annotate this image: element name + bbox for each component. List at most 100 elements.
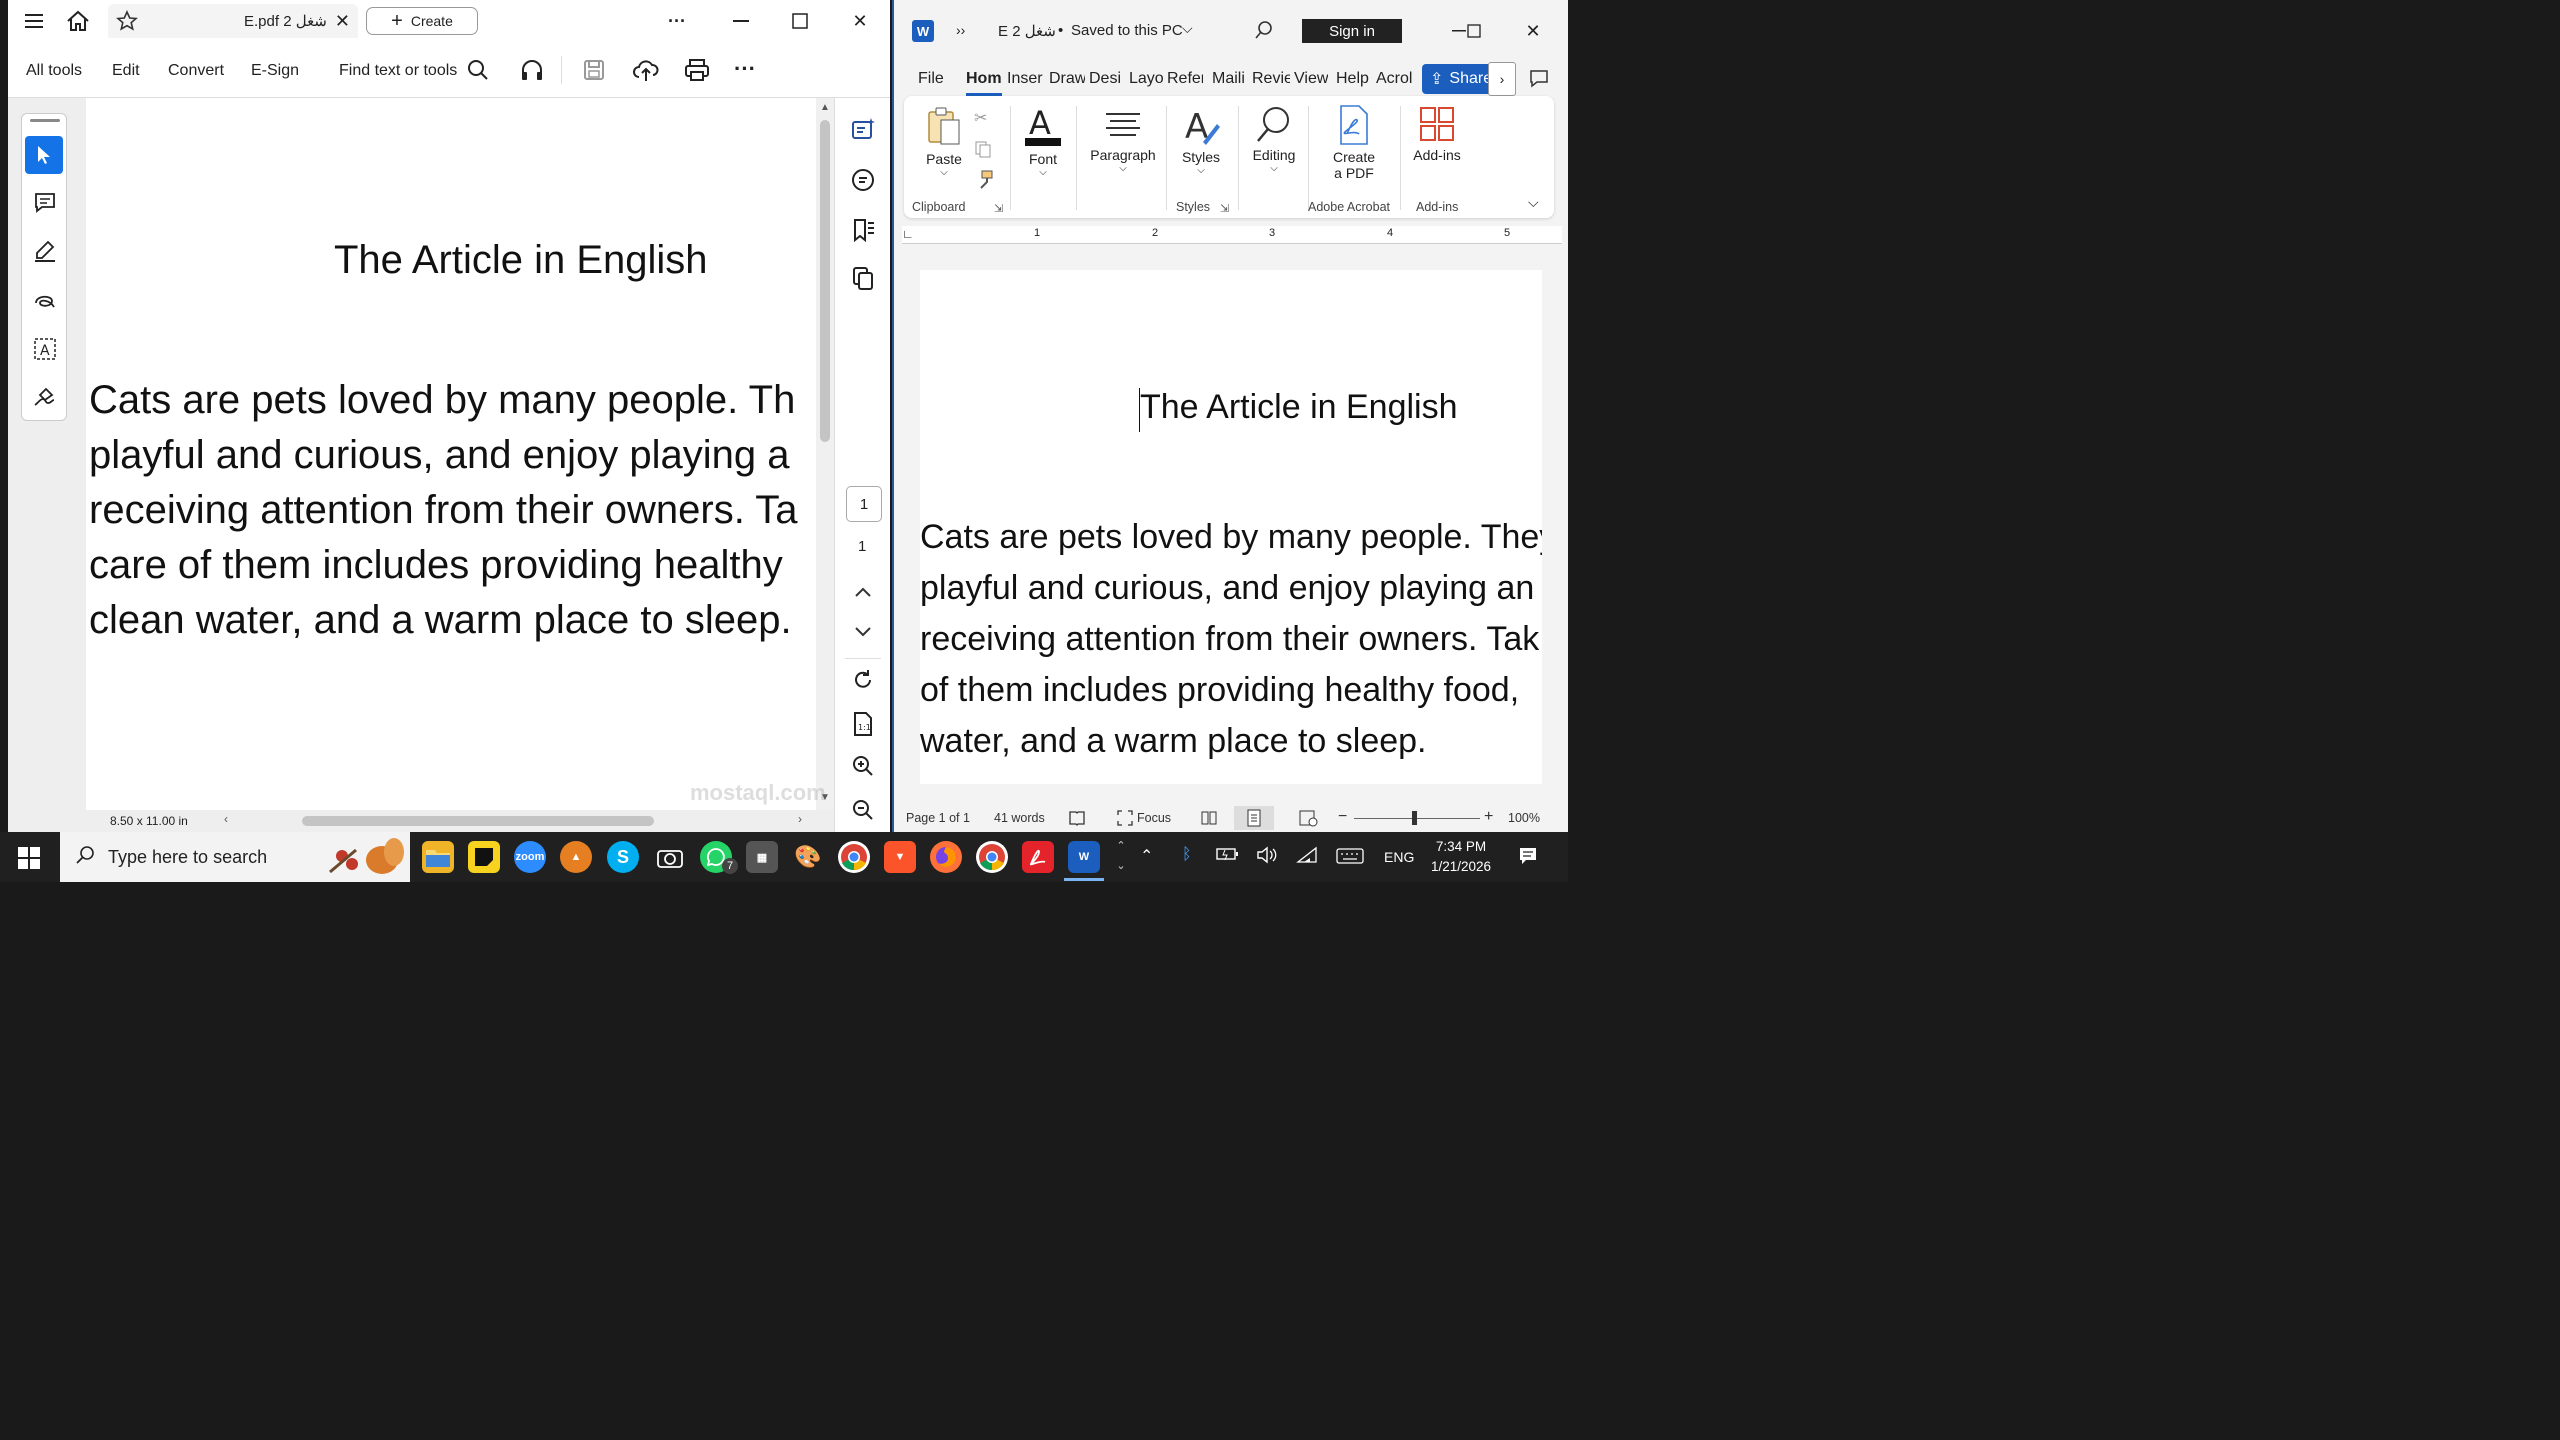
tab-design[interactable]: Desi [1089,70,1123,88]
tab-insert[interactable]: Inser [1007,70,1045,88]
paragraph-button[interactable]: Paragraph ⌵ [1084,104,1162,174]
quick-access-overflow-icon[interactable]: ›› [956,22,965,38]
chevron-down-icon[interactable]: ⌵ [1182,20,1193,37]
tab-stop-selector[interactable]: ∟ [902,227,914,241]
maximize-button[interactable] [783,8,817,34]
highlight-pen-icon[interactable] [29,234,61,268]
search-icon[interactable] [466,58,490,87]
hscroll-left-icon[interactable]: ‹ [224,812,228,826]
firefox-icon[interactable] [930,841,962,873]
menu-convert[interactable]: Convert [168,62,224,80]
focus-mode-icon[interactable] [1116,809,1134,830]
camera-icon[interactable] [654,841,686,873]
acrobat-taskbar-icon[interactable] [1022,841,1054,873]
word-count[interactable]: 41 words [994,811,1045,825]
tab-file[interactable]: File [918,70,944,88]
tab-view[interactable]: View [1294,70,1328,88]
language-indicator[interactable]: ENG [1384,849,1414,865]
previous-page-icon[interactable] [847,576,879,608]
create-pdf-button[interactable]: Create a PDF [1314,104,1394,181]
rail-handle[interactable] [30,119,60,122]
zoom-out-icon[interactable] [847,794,879,826]
ribbon-scroll-right-icon[interactable]: › [1488,62,1516,96]
calculator-icon[interactable]: ▦ [746,841,778,873]
home-icon[interactable] [64,8,92,34]
scroll-thumb[interactable] [820,120,830,442]
menu-edit[interactable]: Edit [112,62,140,80]
tab-draw[interactable]: Draw [1049,70,1085,88]
windows-start-icon[interactable] [18,847,40,874]
close-tab-icon[interactable]: ✕ [335,11,350,32]
create-button[interactable]: + Create [366,7,478,35]
share-button[interactable]: ⇪ Share [1422,64,1492,94]
tab-home[interactable]: Hom [966,70,1002,96]
chrome-icon[interactable] [838,841,870,873]
ai-assistant-icon[interactable] [847,114,879,146]
cloud-upload-icon[interactable] [632,57,660,88]
minimize-button[interactable] [724,8,758,34]
chrome-profile-icon[interactable] [976,841,1008,873]
collapse-ribbon-chevron-icon[interactable]: ⌵ [1528,194,1539,211]
bluetooth-icon[interactable]: ᛒ [1182,846,1192,864]
format-painter-icon[interactable] [974,170,994,195]
horizontal-ruler[interactable]: ∟ 1 2 3 4 5 [902,226,1562,244]
hscroll-thumb[interactable] [302,816,654,826]
fit-page-icon[interactable]: 1:1 [847,708,879,740]
taskbar-search[interactable]: Type here to search [60,832,410,882]
file-explorer-icon[interactable] [422,841,454,873]
print-icon[interactable] [684,58,710,87]
search-icon[interactable] [1254,20,1274,45]
next-page-icon[interactable] [847,616,879,648]
find-text-tools[interactable]: Find text or tools [339,62,457,80]
tab-acrobat[interactable]: Acrol [1376,70,1413,88]
save-icon[interactable] [582,58,606,87]
page-count[interactable]: Page 1 of 1 [906,811,970,825]
sticky-notes-icon[interactable] [468,841,500,873]
document-tab[interactable]: E.pdf شغل 2 ✕ [108,4,358,38]
star-icon[interactable] [116,10,138,36]
add-ins-button[interactable]: Add-ins [1406,104,1468,163]
save-status[interactable]: Saved to this PC [1071,22,1183,39]
read-aloud-headphones-icon[interactable] [519,58,545,87]
styles-button[interactable]: A Styles ⌵ [1172,104,1230,176]
rotate-icon[interactable] [847,664,879,696]
zoom-level[interactable]: 100% [1508,811,1540,825]
paint-palette-icon[interactable]: 🎨 [792,841,824,873]
close-button[interactable]: ✕ [1516,18,1550,44]
zoom-slider[interactable] [1354,818,1480,819]
focus-label[interactable]: Focus [1137,811,1171,825]
word-taskbar-icon[interactable]: W [1068,841,1100,873]
zoom-in-plus[interactable]: + [1484,808,1493,826]
print-layout-view-selected[interactable] [1234,806,1274,830]
zoom-in-icon[interactable] [847,750,879,782]
tab-review[interactable]: Revie [1252,70,1290,88]
sign-pen-icon[interactable] [29,380,61,414]
zoom-app-icon[interactable]: zoom [514,841,546,873]
scroll-up-icon[interactable]: ▲ [820,102,830,113]
close-button[interactable]: ✕ [843,8,877,34]
font-button[interactable]: A Font ⌵ [1018,104,1068,178]
taskbar-scroll-icon[interactable]: ⌃ ⌄ [1112,836,1130,878]
show-hidden-icons-chevron[interactable]: ⌃ [1140,846,1153,866]
editing-button[interactable]: Editing ⌵ [1244,104,1304,174]
vertical-scrollbar[interactable]: ▲ ▼ [816,98,834,810]
battery-icon[interactable] [1216,846,1240,867]
vlc-app-icon[interactable]: ▲ [560,841,592,873]
tab-references[interactable]: Refer [1167,70,1203,88]
word-document-page[interactable]: The Article in English Cats are pets lov… [920,270,1542,784]
select-cursor-icon[interactable] [25,136,63,174]
tab-help[interactable]: Help [1336,70,1369,88]
add-comment-icon[interactable] [29,186,61,220]
volume-icon[interactable] [1256,846,1278,869]
page-thumbnails-icon[interactable] [847,262,879,294]
proofing-book-icon[interactable] [1068,809,1086,830]
web-layout-icon[interactable] [1298,809,1318,830]
maximize-button[interactable] [1457,18,1491,44]
styles-launcher-icon[interactable]: ⇲ [1220,202,1229,215]
hamburger-menu-icon[interactable] [20,8,48,34]
more-tools-icon[interactable]: ··· [734,56,756,82]
add-text-icon[interactable]: A [29,332,61,366]
menu-esign[interactable]: E-Sign [251,62,299,80]
skype-icon[interactable]: S [607,841,639,873]
more-options-icon[interactable]: ··· [660,8,694,34]
